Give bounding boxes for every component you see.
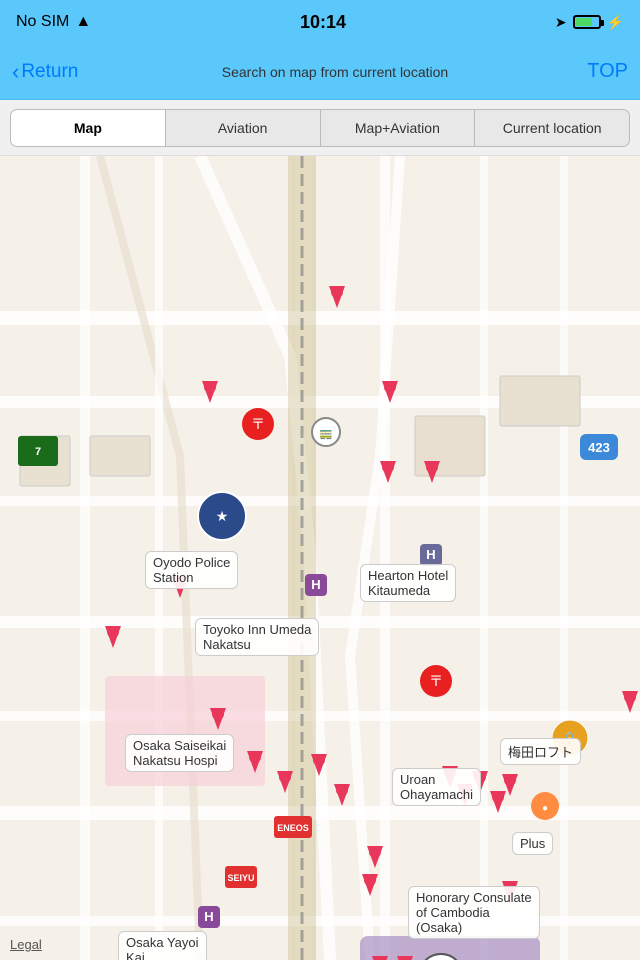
- svg-text:〒: 〒: [251, 416, 265, 432]
- map-pin[interactable]: [502, 774, 518, 796]
- map-pin[interactable]: [362, 874, 378, 896]
- nav-bar: ‹ Return Search on map from current loca…: [0, 44, 640, 100]
- svg-text:SEIYU: SEIYU: [227, 873, 254, 883]
- map-pin[interactable]: [502, 881, 518, 903]
- wifi-icon: ▲: [75, 13, 91, 31]
- map-pin[interactable]: [372, 956, 388, 960]
- top-button[interactable]: TOP: [568, 60, 628, 83]
- return-button[interactable]: ‹ Return: [12, 59, 102, 85]
- map-pin[interactable]: [334, 784, 350, 806]
- svg-text:7: 7: [35, 446, 41, 458]
- battery-icon: [573, 15, 601, 29]
- location-icon: ➤: [555, 14, 567, 31]
- map-pin[interactable]: [382, 381, 398, 403]
- map-svg: 7 ★ 〒 〒 H H H H 🚃 🚃 ENEOS SEIYU 🔒: [0, 156, 640, 960]
- map-pin[interactable]: [311, 754, 327, 776]
- segment-map-aviation[interactable]: Map+Aviation: [321, 109, 476, 147]
- status-left: No SIM ▲: [16, 13, 91, 31]
- segment-aviation[interactable]: Aviation: [166, 109, 321, 147]
- status-right: ➤ ⚡: [555, 14, 624, 31]
- segment-control: Map Aviation Map+Aviation Current locati…: [0, 100, 640, 156]
- legal-link[interactable]: Legal: [10, 937, 42, 952]
- svg-text:★: ★: [216, 508, 229, 524]
- svg-text:〒: 〒: [429, 673, 443, 689]
- segment-map[interactable]: Map: [10, 109, 166, 147]
- map-pin[interactable]: [457, 784, 473, 806]
- route-badge-423: 423: [580, 434, 618, 460]
- map-pin[interactable]: [210, 708, 226, 730]
- status-bar: No SIM ▲ 10:14 ➤ ⚡: [0, 0, 640, 44]
- map-pin[interactable]: [380, 461, 396, 483]
- carrier-label: No SIM: [16, 13, 69, 31]
- map-pin[interactable]: [424, 461, 440, 483]
- segment-current-location[interactable]: Current location: [475, 109, 630, 147]
- map-pin[interactable]: [277, 771, 293, 793]
- map-container[interactable]: 7 ★ 〒 〒 H H H H 🚃 🚃 ENEOS SEIYU 🔒: [0, 156, 640, 960]
- svg-text:H: H: [311, 577, 320, 592]
- svg-text:🔒: 🔒: [562, 731, 578, 746]
- map-pin[interactable]: [105, 626, 121, 648]
- chevron-left-icon: ‹: [12, 59, 19, 85]
- charging-icon: ⚡: [607, 14, 624, 31]
- map-pin[interactable]: [172, 576, 188, 598]
- map-pin[interactable]: [202, 381, 218, 403]
- map-pin[interactable]: [622, 691, 638, 713]
- map-pin[interactable]: [367, 846, 383, 868]
- map-pin[interactable]: [397, 956, 413, 960]
- map-pin[interactable]: [472, 771, 488, 793]
- map-pin[interactable]: [442, 766, 458, 788]
- svg-text:🚃: 🚃: [319, 428, 333, 440]
- svg-text:ENEOS: ENEOS: [277, 823, 309, 833]
- map-pin[interactable]: [329, 286, 345, 308]
- svg-text:H: H: [204, 909, 213, 924]
- map-pin[interactable]: [247, 751, 263, 773]
- time-label: 10:14: [300, 12, 346, 33]
- svg-text:●: ●: [542, 803, 548, 814]
- svg-text:H: H: [426, 547, 435, 562]
- battery-fill: [576, 18, 593, 26]
- return-label: Return: [21, 61, 78, 83]
- nav-title: Search on map from current location: [102, 64, 568, 80]
